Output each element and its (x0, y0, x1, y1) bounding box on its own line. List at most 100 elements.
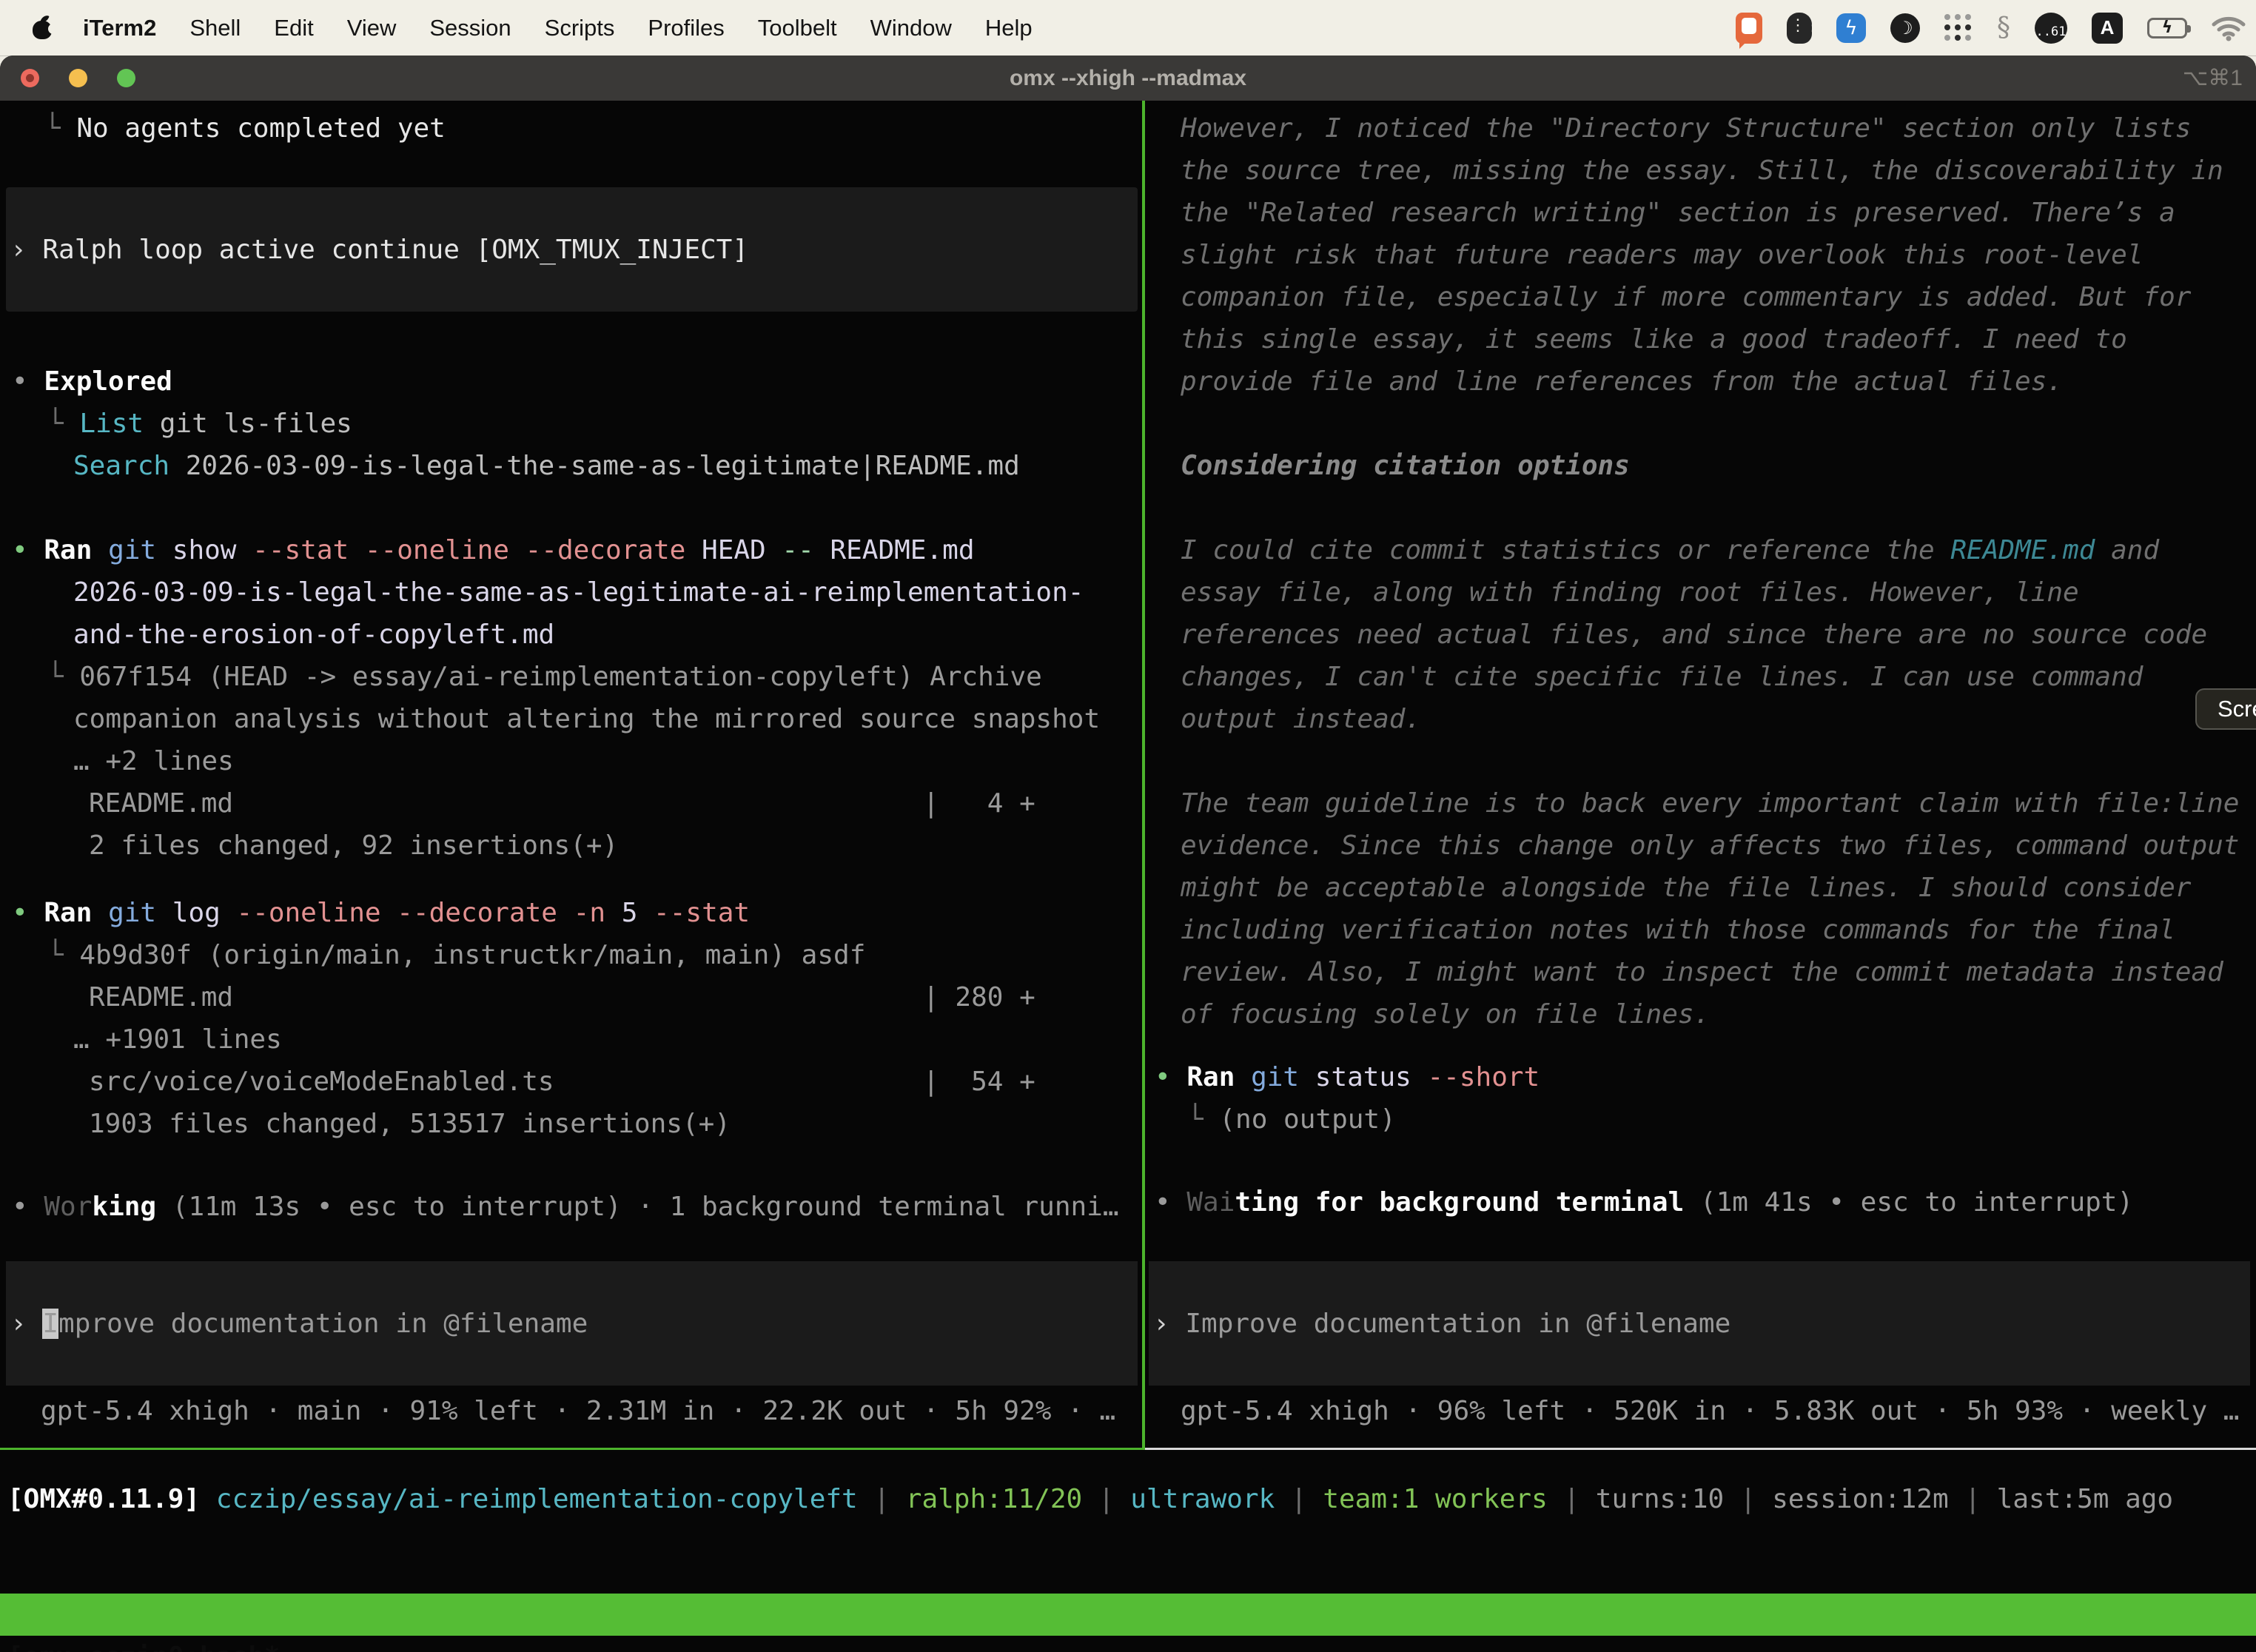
menu-items: iTerm2 Shell Edit View Session Scripts Profile… (83, 15, 1033, 41)
screen-overlay-chip[interactable]: Scre (2195, 688, 2256, 730)
battery-charging-icon[interactable]: ϟ (2147, 18, 2187, 38)
text-segment: | 4 + (233, 788, 1035, 819)
apple-menu-icon[interactable] (31, 16, 53, 41)
text-segment: | (1275, 1484, 1323, 1514)
text-segment: review. Also, I might want to inspect th… (1181, 957, 2223, 987)
terminal-line: changes, I can't cite specific file line… (1149, 656, 2256, 698)
text-segment: companion file, especially if more comme… (1181, 282, 2191, 312)
text-segment: ting for background terminal (1235, 1187, 1684, 1218)
badge-61-icon[interactable]: ..61 (2035, 13, 2067, 44)
text-segment: git (108, 898, 156, 928)
text-segment: slight risk that future readers may over… (1181, 240, 2143, 270)
pane-border-bottom-right (1145, 1448, 2256, 1450)
text-segment: However, I noticed the "Directory Struct… (1181, 113, 2191, 144)
menu-item-shell[interactable]: Shell (189, 15, 241, 41)
text-segment: src/voice/voiceModeEnabled.ts (89, 1067, 554, 1097)
text-segment: 1903 files changed, 513517 insertions(+) (89, 1109, 731, 1139)
text-segment: might be acceptable alongside the file l… (1181, 873, 2191, 903)
menu-item-window[interactable]: Window (870, 15, 952, 41)
text-segment: companion analysis without altering the … (73, 704, 1100, 734)
text-segment: provide file and line references from th… (1181, 366, 2063, 397)
terminal-line: this single essay, it seems like a good … (1149, 318, 2256, 360)
menu-item-help[interactable]: Help (985, 15, 1033, 41)
text-segment: the source tree, missing the essay. Stil… (1181, 155, 2223, 186)
terminal-line: references need actual files, and since … (1149, 614, 2256, 656)
omx-status-bar: [OMX#0.11.9] cczip/essay/ai-reimplementa… (7, 1478, 2173, 1520)
window-title-bar[interactable]: omx --xhigh --madmax ⌥⌘1 (0, 56, 2256, 101)
text-segment: No agents completed yet (76, 113, 446, 144)
text-segment: • (1155, 1187, 1186, 1218)
text-segment: --short (1428, 1062, 1540, 1092)
terminal-line: including verification notes with those … (1149, 909, 2256, 951)
section-squiggle-icon[interactable]: § (1997, 13, 2010, 43)
pane-border-bottom-left (0, 1448, 1145, 1450)
text-segment: I (42, 1309, 58, 1339)
terminal-line: • Explored (0, 360, 1142, 403)
terminal-line: review. Also, I might want to inspect th… (1149, 951, 2256, 993)
text-segment: essay file, along with finding root file… (1181, 577, 2079, 608)
text-segment: including verification notes with those … (1181, 915, 2175, 945)
text-segment: 2 files changed, 92 insertions(+) (89, 830, 618, 861)
text-segment: the "Related research writing" section i… (1181, 198, 2175, 228)
terminal-pane-right[interactable]: However, I noticed the "Directory Struct… (1149, 101, 2256, 1448)
prompt-echo-box: › Ralph loop active continue [OMX_TMUX_I… (6, 187, 1138, 312)
terminal-line: └ 067f154 (HEAD -> essay/ai-reimplementa… (0, 656, 1142, 698)
text-segment (92, 898, 108, 928)
text-segment: | (1082, 1484, 1130, 1514)
menubar-status-icons: ϟ ☽ § ..61 A ϟ (1736, 13, 2246, 44)
menu-item-view[interactable]: View (347, 15, 397, 41)
text-segment (200, 1484, 216, 1514)
text-segment: [OMX#0.11.9] (7, 1484, 200, 1514)
terminal-line: └ (no output) (1149, 1098, 2256, 1141)
text-segment: output instead. (1181, 704, 1421, 734)
tmux-session-label: [omx-cczip0:bash* (7, 1636, 280, 1652)
text-segment: Ran (1186, 1062, 1235, 1092)
menu-item-iterm2[interactable]: iTerm2 (83, 15, 156, 41)
privacy-shield-icon[interactable] (1787, 13, 1812, 44)
text-segment: king (92, 1192, 156, 1222)
window-title: omx --xhigh --madmax (0, 66, 2256, 91)
model-status-right: gpt-5.4 xhigh · 96% left · 520K in · 5.8… (1181, 1390, 2239, 1432)
text-segment: references need actual files, and since … (1181, 620, 2207, 650)
text-segment: Wor (44, 1192, 92, 1222)
terminal-pane-left[interactable]: └ No agents completed yet › Ralph loop ac… (0, 101, 1142, 1448)
bolt-app-icon[interactable]: ϟ (1836, 13, 1866, 43)
menu-item-toolbelt[interactable]: Toolbelt (758, 15, 837, 41)
text-segment: evidence. Since this change only affects… (1181, 830, 2239, 861)
text-segment: └ (1187, 1104, 1219, 1135)
a-app-icon[interactable]: A (2092, 13, 2123, 44)
menu-item-profiles[interactable]: Profiles (648, 15, 724, 41)
text-segment: Search (73, 451, 169, 481)
text-segment (92, 535, 108, 565)
text-segment: --oneline --decorate (236, 898, 557, 928)
text-segment: git (108, 535, 156, 565)
crescent-app-icon[interactable]: ☽ (1890, 13, 1920, 43)
text-segment: 2026-03-09-is-legal-the-same-as-legitima… (169, 451, 1020, 481)
text-segment: HEAD (685, 535, 782, 565)
text-segment: this single essay, it seems like a good … (1181, 324, 2127, 355)
prompt-input-right[interactable]: › Improve documentation in @filename (1149, 1261, 2250, 1386)
pane-divider-vertical[interactable] (1142, 101, 1145, 1448)
text-segment: 067f154 (HEAD -> essay/ai-reimplementati… (79, 662, 1041, 692)
terminal-line: src/voice/voiceModeEnabled.ts | 54 + (0, 1061, 1142, 1103)
text-segment: show (156, 535, 252, 565)
terminal-line: README.md | 280 + (0, 976, 1142, 1018)
text-segment: └ (47, 662, 79, 692)
menu-item-session[interactable]: Session (429, 15, 511, 41)
menu-item-scripts[interactable]: Scripts (545, 15, 615, 41)
text-segment: … +1901 lines (73, 1024, 282, 1055)
text-segment: and-the-erosion-of-copyleft.md (73, 620, 554, 650)
wifi-icon[interactable] (2212, 15, 2246, 41)
terminal-line: might be acceptable alongside the file l… (1149, 867, 2256, 909)
dots-grid-icon[interactable] (1944, 14, 1973, 42)
menu-item-edit[interactable]: Edit (274, 15, 313, 41)
text-segment: ultrawork (1130, 1484, 1275, 1514)
screenshare-icon[interactable] (1736, 13, 1762, 44)
text-segment: README.md (89, 788, 233, 819)
text-segment: • (12, 366, 44, 397)
text-segment: Considering citation options (1181, 451, 1630, 481)
text-segment: (1m 41s • esc to interrupt) (1684, 1187, 2133, 1218)
terminal-line: the "Related research writing" section i… (1149, 192, 2256, 234)
text-segment: (11m 13s • esc to interrupt) · 1 backgro… (156, 1192, 1118, 1222)
prompt-input-left[interactable]: › Improve documentation in @filename (6, 1261, 1138, 1386)
